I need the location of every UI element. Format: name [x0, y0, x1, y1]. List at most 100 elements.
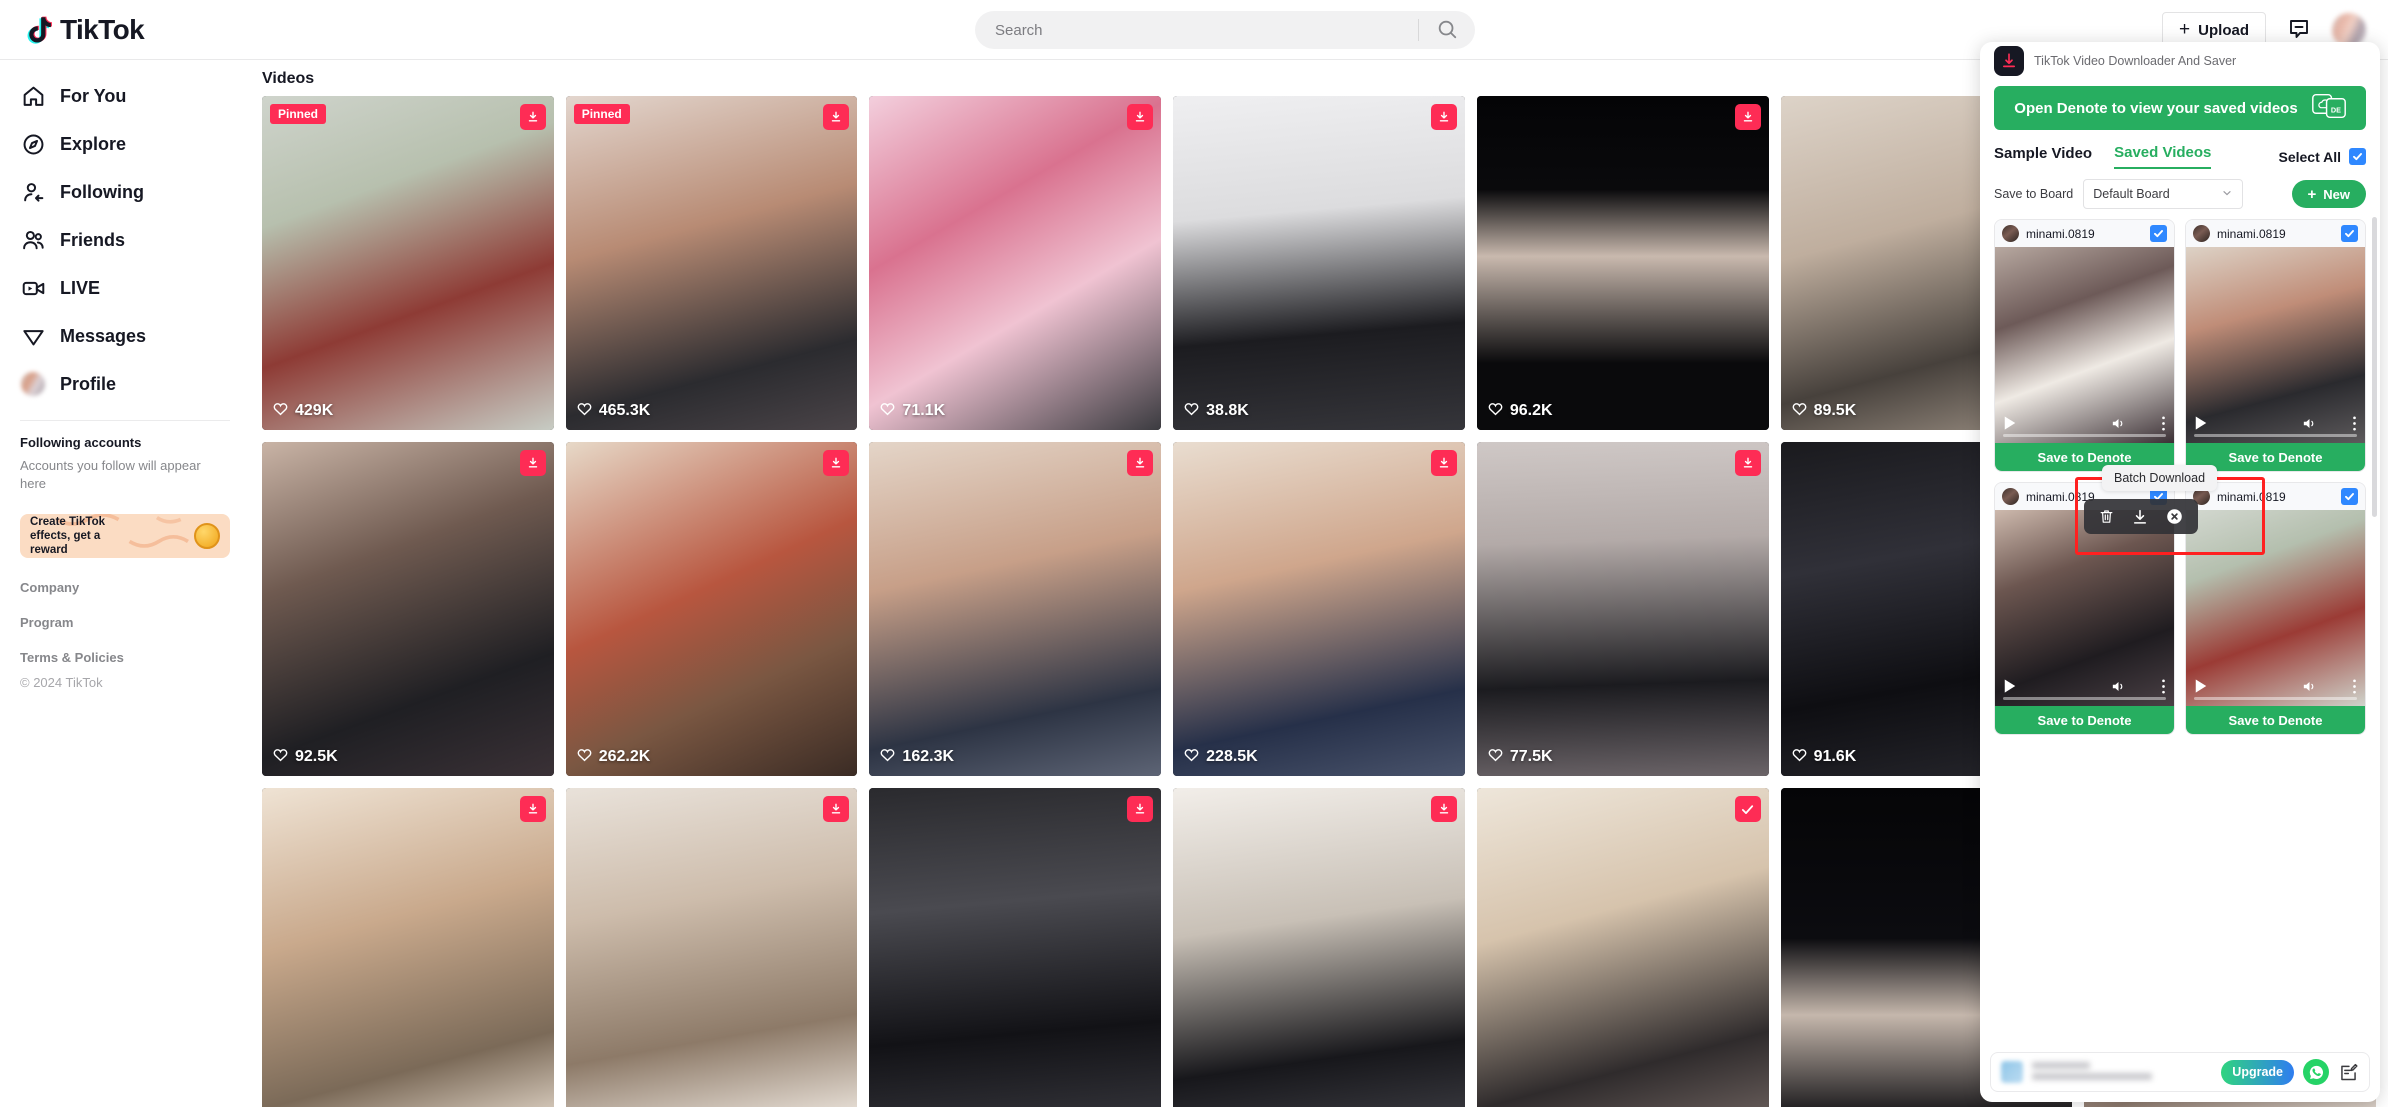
footer-link-program[interactable]: Program	[20, 615, 230, 630]
video-tile[interactable]	[869, 788, 1162, 1107]
video-tile[interactable]	[1476, 788, 1769, 1107]
download-button[interactable]	[519, 450, 546, 477]
download-button[interactable]	[1734, 450, 1761, 477]
sidebar-item-following[interactable]: Following	[10, 168, 240, 216]
search-input[interactable]	[975, 21, 1418, 39]
upload-label: Upload	[2198, 21, 2249, 39]
download-button[interactable]	[1127, 450, 1154, 477]
board-select[interactable]: Default Board	[2083, 179, 2244, 209]
video-tile[interactable]: 77.5K	[1476, 442, 1769, 777]
chevron-down-icon	[2221, 187, 2233, 202]
video-tile[interactable]: 162.3K	[869, 442, 1162, 777]
sidebar-item-messages[interactable]: Messages	[10, 312, 240, 360]
card-video-preview[interactable]	[2186, 247, 2365, 443]
more-options-icon[interactable]	[2352, 678, 2357, 695]
copyright-text: © 2024 TikTok	[20, 675, 103, 691]
download-button[interactable]	[1127, 796, 1154, 823]
download-button[interactable]	[519, 104, 546, 130]
upgrade-button[interactable]: Upgrade	[2221, 1059, 2294, 1085]
play-icon[interactable]	[2194, 415, 2208, 431]
close-icon[interactable]	[2165, 507, 2184, 526]
heart-icon	[879, 400, 896, 422]
card-checkbox[interactable]	[2341, 488, 2358, 505]
tab-sample-video[interactable]: Sample Video	[1994, 145, 2092, 168]
download-button[interactable]	[1430, 796, 1457, 823]
video-tile[interactable]: Pinned 465.3K	[565, 96, 858, 431]
avatar-icon	[20, 371, 46, 397]
volume-icon[interactable]	[2301, 678, 2318, 695]
sidebar-item-for-you[interactable]: For You	[10, 72, 240, 120]
video-tile[interactable]: 71.1K	[869, 96, 1162, 431]
video-thumbnail	[565, 442, 858, 777]
more-options-icon[interactable]	[2161, 415, 2166, 432]
more-options-icon[interactable]	[2352, 415, 2357, 432]
sidebar-item-profile[interactable]: Profile	[10, 360, 240, 408]
video-progress-bar[interactable]	[2003, 434, 2166, 437]
batch-action-toolbar	[2084, 499, 2198, 534]
card-checkbox[interactable]	[2150, 225, 2167, 242]
play-icon[interactable]	[2003, 415, 2017, 431]
video-tile[interactable]: 228.5K	[1173, 442, 1465, 777]
card-video-preview[interactable]	[1995, 510, 2174, 706]
video-tile[interactable]	[565, 788, 858, 1107]
footer-link-company[interactable]: Company	[20, 580, 230, 595]
video-tile[interactable]: 38.8K	[1173, 96, 1465, 430]
download-button[interactable]	[1430, 450, 1457, 477]
video-thumbnail	[565, 96, 858, 431]
like-count-value: 429K	[295, 402, 334, 419]
card-video-preview[interactable]	[2186, 510, 2365, 706]
save-to-denote-button[interactable]: Save to Denote	[2186, 706, 2365, 734]
video-tile[interactable]	[262, 788, 554, 1107]
video-tile[interactable]: 92.5K	[262, 442, 554, 777]
video-progress-bar[interactable]	[2194, 434, 2357, 437]
card-checkbox[interactable]	[2341, 225, 2358, 242]
whatsapp-icon[interactable]	[2303, 1059, 2329, 1085]
download-icon[interactable]	[2131, 508, 2149, 526]
tab-saved-videos[interactable]: Saved Videos	[2114, 144, 2212, 169]
sidebar-item-friends[interactable]: Friends	[10, 216, 240, 264]
video-progress-bar[interactable]	[2003, 697, 2166, 700]
download-button[interactable]	[823, 104, 850, 130]
download-button[interactable]	[823, 450, 850, 477]
volume-icon[interactable]	[2110, 678, 2127, 695]
save-to-denote-button[interactable]: Save to Denote	[1995, 706, 2174, 734]
download-button[interactable]	[823, 796, 850, 823]
video-tile[interactable]	[1173, 788, 1465, 1107]
new-board-button[interactable]: + New	[2291, 180, 2366, 208]
video-tile[interactable]: 96.2K	[1476, 96, 1769, 431]
trash-icon[interactable]	[2098, 508, 2115, 525]
video-thumbnail	[262, 788, 554, 1107]
like-count: 92.5K	[272, 746, 338, 768]
paper-plane-icon	[20, 323, 46, 349]
video-progress-bar[interactable]	[2194, 697, 2357, 700]
create-effects-promo[interactable]: Create TikTok effects, get a reward	[20, 514, 230, 559]
feedback-icon[interactable]	[2338, 1062, 2359, 1083]
download-button[interactable]	[519, 796, 546, 823]
volume-icon[interactable]	[2301, 415, 2318, 432]
more-options-icon[interactable]	[2161, 678, 2166, 695]
search-bar[interactable]	[975, 11, 1475, 49]
download-button[interactable]	[1430, 104, 1457, 130]
download-button[interactable]	[1127, 104, 1154, 130]
video-tile[interactable]: 262.2K	[565, 442, 858, 777]
select-all-checkbox[interactable]	[2349, 148, 2366, 165]
batch-download-tooltip: Batch Download	[2102, 465, 2218, 491]
sidebar-label: LIVE	[60, 277, 101, 298]
video-tile[interactable]: Pinned 429K	[262, 96, 554, 430]
card-video-preview[interactable]	[1995, 247, 2174, 443]
download-button[interactable]	[1734, 104, 1761, 130]
play-icon[interactable]	[2003, 678, 2017, 694]
sidebar-item-live[interactable]: LIVE	[10, 264, 240, 312]
open-denote-button[interactable]: Open Denote to view your saved videos DE	[1994, 86, 2366, 130]
sidebar-item-explore[interactable]: Explore	[10, 120, 240, 168]
footer-link-terms[interactable]: Terms & Policies	[20, 650, 230, 665]
panel-scrollbar[interactable]	[2372, 217, 2377, 517]
search-button[interactable]	[1419, 11, 1475, 49]
like-count-value: 71.1K	[902, 402, 946, 420]
like-count-value: 92.5K	[295, 748, 338, 766]
downloaded-check-button[interactable]	[1734, 796, 1761, 823]
volume-icon[interactable]	[2110, 415, 2127, 432]
select-all-toggle[interactable]: Select All	[2278, 148, 2366, 165]
play-icon[interactable]	[2194, 678, 2208, 694]
tiktok-logo[interactable]: TikTok	[22, 13, 145, 47]
